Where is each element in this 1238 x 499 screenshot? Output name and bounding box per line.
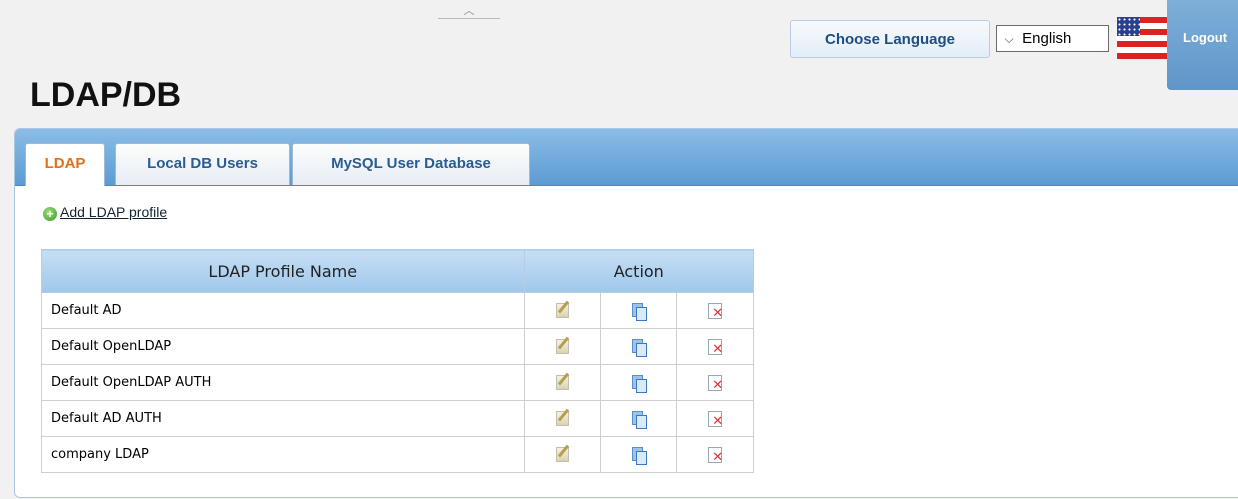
table-header-row: LDAP Profile Name Action xyxy=(41,249,755,293)
edit-button[interactable] xyxy=(523,364,602,401)
collapse-header-handle[interactable]: ︿ xyxy=(438,6,500,19)
language-select[interactable]: ⌵ English xyxy=(996,25,1109,52)
table-row: Default AD xyxy=(41,292,754,329)
ldap-db-panel: LDAP Local DB Users MySQL User Database … xyxy=(14,128,1238,498)
edit-icon xyxy=(555,339,569,354)
page-title: LDAP/DB xyxy=(30,76,182,114)
copy-icon xyxy=(631,302,647,321)
copy-button[interactable] xyxy=(599,328,678,365)
edit-icon xyxy=(555,303,569,318)
table-row: company LDAP xyxy=(41,436,754,473)
delete-button[interactable] xyxy=(676,328,754,365)
delete-button[interactable] xyxy=(676,400,754,437)
copy-icon xyxy=(631,338,647,357)
tab-bar: LDAP Local DB Users MySQL User Database xyxy=(15,129,1238,186)
copy-icon xyxy=(631,374,647,393)
edit-icon xyxy=(555,411,569,426)
copy-button[interactable] xyxy=(599,364,678,401)
delete-icon xyxy=(708,374,723,392)
tab-ldap[interactable]: LDAP xyxy=(25,143,105,186)
tab-local-db-users[interactable]: Local DB Users xyxy=(115,143,290,185)
table-row: Default AD AUTH xyxy=(41,400,754,437)
add-ldap-profile-link[interactable]: + Add LDAP profile xyxy=(43,204,167,221)
logout-button[interactable]: Logout xyxy=(1167,0,1238,90)
delete-button[interactable] xyxy=(676,292,754,329)
edit-button[interactable] xyxy=(523,436,602,473)
copy-icon xyxy=(631,410,647,429)
column-header-action: Action xyxy=(523,249,755,293)
tab-mysql-user-database[interactable]: MySQL User Database xyxy=(292,143,530,185)
edit-icon xyxy=(555,375,569,390)
us-flag-icon xyxy=(1117,17,1167,59)
add-ldap-profile-label: Add LDAP profile xyxy=(60,204,168,220)
copy-button[interactable] xyxy=(599,292,678,329)
profile-name-cell: Default OpenLDAP xyxy=(41,328,525,365)
profile-name-cell: Default AD xyxy=(41,292,525,329)
language-select-value: English xyxy=(1022,30,1072,47)
delete-icon xyxy=(708,302,723,320)
copy-button[interactable] xyxy=(599,400,678,437)
profile-name-cell: Default AD AUTH xyxy=(41,400,525,437)
copy-icon xyxy=(631,446,647,465)
profile-name-cell: Default OpenLDAP AUTH xyxy=(41,364,525,401)
delete-button[interactable] xyxy=(676,436,754,473)
table-row: Default OpenLDAP AUTH xyxy=(41,364,754,401)
edit-button[interactable] xyxy=(523,292,602,329)
ldap-profiles-table: LDAP Profile Name Action Default AD Defa… xyxy=(41,249,755,473)
edit-button[interactable] xyxy=(523,400,602,437)
delete-icon xyxy=(708,338,723,356)
delete-button[interactable] xyxy=(676,364,754,401)
chevron-down-icon: ⌵ xyxy=(1004,32,1014,46)
edit-button[interactable] xyxy=(523,328,602,365)
delete-icon xyxy=(708,410,723,428)
column-header-profile-name: LDAP Profile Name xyxy=(41,249,525,293)
delete-icon xyxy=(708,446,723,464)
choose-language-button[interactable]: Choose Language xyxy=(790,20,990,58)
table-row: Default OpenLDAP xyxy=(41,328,754,365)
profile-name-cell: company LDAP xyxy=(41,436,525,473)
edit-icon xyxy=(555,447,569,462)
chevron-up-icon: ︿ xyxy=(463,5,475,17)
add-icon: + xyxy=(43,207,57,221)
copy-button[interactable] xyxy=(599,436,678,473)
